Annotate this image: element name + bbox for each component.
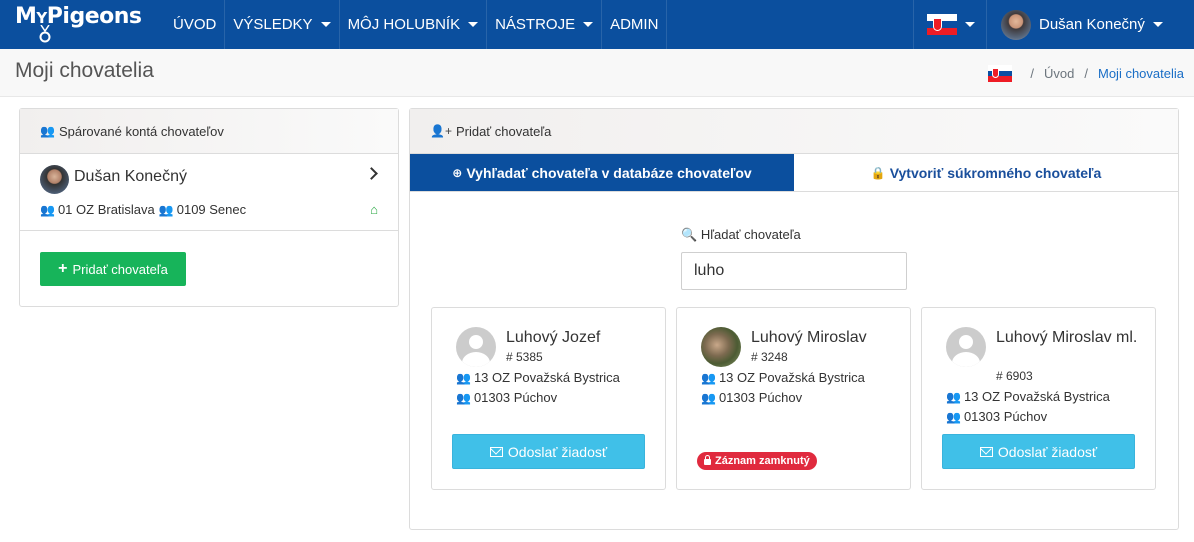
result-region: 13 OZ Považská Bystrica (963, 389, 1110, 404)
result-id: # 5385 (506, 350, 543, 364)
slovak-flag-icon (988, 65, 1013, 82)
add-breeder-card: 👤+ Pridať chovateľa ⊕ Vyhľadať chovateľa… (409, 108, 1179, 530)
nav-vysledky[interactable]: VÝSLEDKY (224, 0, 338, 49)
result-name: Luhový Miroslav ml. (996, 329, 1138, 346)
breeder-club: 0109 Senec (176, 202, 247, 217)
breadcrumb-uvod[interactable]: Úvod (1044, 66, 1074, 81)
avatar (1001, 9, 1031, 40)
user-plus-icon: 👤+ (430, 124, 452, 138)
avatar (946, 327, 986, 367)
users-icon: 👥 (701, 370, 716, 385)
result-id: # 3248 (751, 350, 788, 364)
page-title: Moji chovatelia (15, 59, 154, 82)
search-result-card: Luhový Miroslav ml. # 6903 👥 13 OZ Považ… (921, 307, 1156, 490)
top-navbar: MYPigeons ÚVOD VÝSLEDKY MÔJ HOLUBNÍK NÁS… (0, 0, 1194, 49)
brand-logo[interactable]: MYPigeons (0, 0, 158, 49)
search-result-card: Luhový Miroslav # 3248 👥 13 OZ Považská … (676, 307, 911, 490)
add-breeder-header: 👤+ Pridať chovateľa (410, 109, 1178, 154)
user-secret-icon: 🔒 (870, 165, 886, 180)
search-icon: 🔍 (681, 227, 698, 242)
users-icon: 👥 (456, 370, 471, 385)
result-club: 01303 Púchov (473, 390, 558, 405)
users-icon: 👥 (701, 390, 716, 405)
nav-admin[interactable]: ADMIN (601, 0, 668, 49)
result-name: Luhový Jozef (506, 329, 601, 346)
breadcrumb: / Úvod / Moji chovatelia (988, 65, 1184, 82)
slovak-flag-icon (927, 13, 957, 36)
breadcrumb-current: Moji chovatelia (1098, 66, 1184, 81)
paired-accounts-header: 👥 Spárované kontá chovateľov (20, 109, 398, 154)
breeder-name: Dušan Konečný (74, 168, 187, 185)
result-region: 13 OZ Považská Bystrica (473, 370, 620, 385)
nav-nastroje[interactable]: NÁSTROJE (486, 0, 601, 49)
breeder-search-input[interactable] (681, 252, 907, 290)
users-icon: 👥 (40, 124, 55, 138)
result-id: # 6903 (996, 369, 1033, 383)
caret-down-icon (1152, 22, 1163, 27)
tab-create-private[interactable]: 🔒 Vytvoriť súkromného chovateľa (794, 154, 1178, 191)
result-region: 13 OZ Považská Bystrica (718, 370, 865, 385)
add-breeder-button[interactable]: + Pridať chovateľa (40, 252, 186, 286)
user-menu-dropdown[interactable]: Dušan Konečný (986, 0, 1194, 49)
lock-icon (704, 455, 711, 465)
result-club: 01303 Púchov (718, 390, 803, 405)
result-club: 01303 Púchov (963, 409, 1048, 424)
plus-icon: + (58, 260, 68, 277)
envelope-icon (489, 446, 503, 457)
result-name: Luhový Miroslav (751, 329, 867, 346)
caret-down-icon (583, 22, 594, 27)
breeder-region: 01 OZ Bratislava (57, 202, 155, 217)
users-icon: 👥 (158, 202, 174, 217)
locked-badge: Záznam zamknutý (697, 452, 817, 470)
users-icon: 👥 (40, 202, 55, 217)
send-request-button[interactable]: Odoslať žiadosť (942, 434, 1135, 469)
main-menu: ÚVOD VÝSLEDKY MÔJ HOLUBNÍK NÁSTROJE ADMI… (158, 0, 668, 49)
caret-down-icon (320, 22, 331, 27)
language-dropdown[interactable] (913, 0, 975, 49)
users-icon: 👥 (946, 409, 961, 424)
search-label: 🔍 Hľadať chovateľa (681, 227, 801, 242)
nav-uvod[interactable]: ÚVOD (158, 0, 224, 49)
nav-moj-holubnik[interactable]: MÔJ HOLUBNÍK (338, 0, 487, 49)
add-breeder-tabs: ⊕ Vyhľadať chovateľa v databáze chovateľ… (410, 154, 1178, 192)
page-header: Moji chovatelia / Úvod / Moji chovatelia (0, 49, 1194, 97)
paired-accounts-card: 👥 Spárované kontá chovateľov Dušan Koneč… (19, 108, 399, 307)
chevron-right-icon[interactable] (365, 167, 378, 180)
caret-down-icon (468, 22, 479, 27)
users-icon: 👥 (456, 390, 471, 405)
users-icon: 👥 (946, 389, 961, 404)
home-icon: ⌂ (370, 202, 378, 217)
medal-icon (39, 25, 51, 43)
search-result-card: Luhový Jozef # 5385 👥 13 OZ Považská Bys… (431, 307, 666, 490)
avatar (701, 327, 741, 367)
avatar (40, 165, 69, 194)
search-plus-icon: ⊕ (452, 165, 463, 180)
avatar (456, 327, 496, 367)
send-request-button[interactable]: Odoslať žiadosť (452, 434, 645, 469)
tab-search-database[interactable]: ⊕ Vyhľadať chovateľa v databáze chovateľ… (410, 154, 794, 191)
caret-down-icon (965, 22, 975, 27)
paired-breeder-row[interactable]: Dušan Konečný 👥 01 OZ Bratislava 👥 0109 … (20, 154, 398, 231)
envelope-icon (979, 446, 993, 457)
